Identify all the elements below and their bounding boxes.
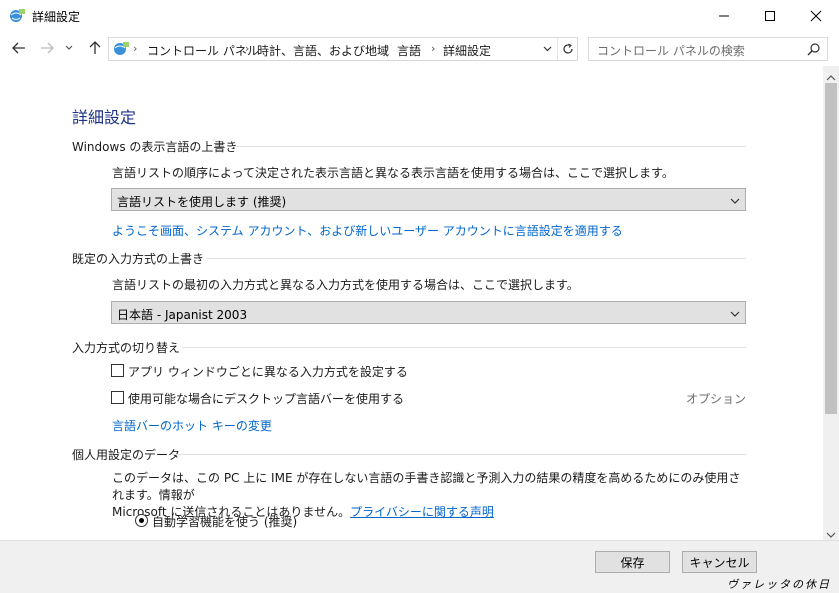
section-divider xyxy=(232,146,746,147)
save-button[interactable]: 保存 xyxy=(595,551,670,573)
per-app-input-method-checkbox[interactable] xyxy=(111,364,124,377)
auto-learning-radio[interactable] xyxy=(135,514,148,527)
auto-learning-label[interactable]: 自動学習機能を使う (推奨) xyxy=(152,513,297,530)
page-title: 詳細設定 xyxy=(72,108,137,127)
input-method-select[interactable]: 日本語 - Japanist 2003 xyxy=(111,301,746,324)
minimize-button[interactable] xyxy=(701,0,747,32)
input-method-select-value: 日本語 - Japanist 2003 xyxy=(117,308,248,322)
address-history-dropdown[interactable] xyxy=(537,38,557,60)
per-app-input-method-label[interactable]: アプリ ウィンドウごとに異なる入力方式を設定する xyxy=(128,363,408,380)
language-bar-options-link[interactable]: オプション xyxy=(686,390,746,407)
section-heading-display-language: Windows の表示言語の上書き xyxy=(72,140,238,154)
radio-selected-dot xyxy=(139,518,144,523)
title-bar: 詳細設定 xyxy=(0,0,839,32)
control-panel-icon xyxy=(112,41,130,57)
privacy-statement-link[interactable]: プライバシーに関する声明 xyxy=(350,505,494,519)
maximize-button[interactable] xyxy=(747,0,793,32)
section-divider xyxy=(182,347,746,348)
control-panel-icon xyxy=(8,7,26,25)
chevron-down-icon xyxy=(730,308,740,318)
breadcrumb-language[interactable]: 言語 xyxy=(397,42,421,59)
scroll-up-icon[interactable] xyxy=(826,71,836,81)
up-button[interactable] xyxy=(84,37,106,59)
personal-data-line1: このデータは、この PC 上に IME が存在しない言語の手書き認識と予測入力の… xyxy=(112,471,741,502)
forward-button[interactable] xyxy=(36,37,58,59)
back-button[interactable] xyxy=(8,37,30,59)
section-divider xyxy=(172,454,746,455)
display-language-description: 言語リストの順序によって決定された表示言語と異なる表示言語を使用する場合は、ここ… xyxy=(112,166,674,180)
breadcrumb-advanced-settings[interactable]: 詳細設定 xyxy=(443,42,491,59)
chevron-down-icon xyxy=(730,195,740,205)
breadcrumb-separator: › xyxy=(245,42,250,55)
address-bar[interactable]: › コントロール パネル › 時計、言語、および地域 › 言語 › 詳細設定 xyxy=(108,37,578,61)
dialog-footer: 保存 キャンセル ヴァレッタの休日 xyxy=(0,540,839,593)
breadcrumb-separator: › xyxy=(431,42,436,55)
breadcrumb-separator: › xyxy=(385,42,390,55)
window-title: 詳細設定 xyxy=(32,10,81,24)
watermark-text: ヴァレッタの休日 xyxy=(727,578,831,591)
apply-language-settings-link[interactable]: ようこそ画面、システム アカウント、および新しいユーザー アカウントに言語設定を… xyxy=(112,222,623,239)
input-method-description: 言語リストの最初の入力方式と異なる入力方式を使用する場合は、ここで選択します。 xyxy=(112,278,579,292)
cancel-button[interactable]: キャンセル xyxy=(682,551,757,573)
close-button[interactable] xyxy=(793,0,839,32)
section-heading-switching: 入力方式の切り替え xyxy=(72,341,181,355)
section-heading-input-method: 既定の入力方式の上書き xyxy=(72,252,205,266)
search-placeholder: コントロール パネルの検索 xyxy=(597,44,745,58)
search-box[interactable]: コントロール パネルの検索 xyxy=(588,37,828,61)
section-divider xyxy=(206,258,746,259)
display-language-select-value: 言語リストを使用します (推奨) xyxy=(117,195,287,209)
desktop-language-bar-label[interactable]: 使用可能な場合にデスクトップ言語バーを使用する xyxy=(128,390,404,407)
scroll-down-icon[interactable] xyxy=(826,528,836,538)
language-bar-hotkey-link[interactable]: 言語バーのホット キーの変更 xyxy=(112,417,272,434)
refresh-button[interactable] xyxy=(557,38,577,60)
display-language-select[interactable]: 言語リストを使用します (推奨) xyxy=(111,188,746,211)
main-content: 詳細設定 Windows の表示言語の上書き 言語リストの順序によって決定された… xyxy=(0,66,823,540)
scrollbar-thumb[interactable] xyxy=(825,83,837,414)
breadcrumb-separator: › xyxy=(133,42,138,55)
breadcrumb-clock-language-region[interactable]: 時計、言語、および地域 xyxy=(257,42,389,59)
refresh-icon xyxy=(562,43,573,54)
vertical-scrollbar[interactable] xyxy=(823,66,839,540)
section-heading-personal-data: 個人用設定のデータ xyxy=(72,448,181,462)
navigation-bar: › コントロール パネル › 時計、言語、および地域 › 言語 › 詳細設定 コ… xyxy=(0,32,839,64)
search-icon[interactable] xyxy=(807,42,821,56)
recent-locations-button[interactable] xyxy=(62,37,76,59)
desktop-language-bar-checkbox[interactable] xyxy=(111,391,124,404)
breadcrumb-control-panel[interactable]: コントロール パネル xyxy=(147,42,259,59)
